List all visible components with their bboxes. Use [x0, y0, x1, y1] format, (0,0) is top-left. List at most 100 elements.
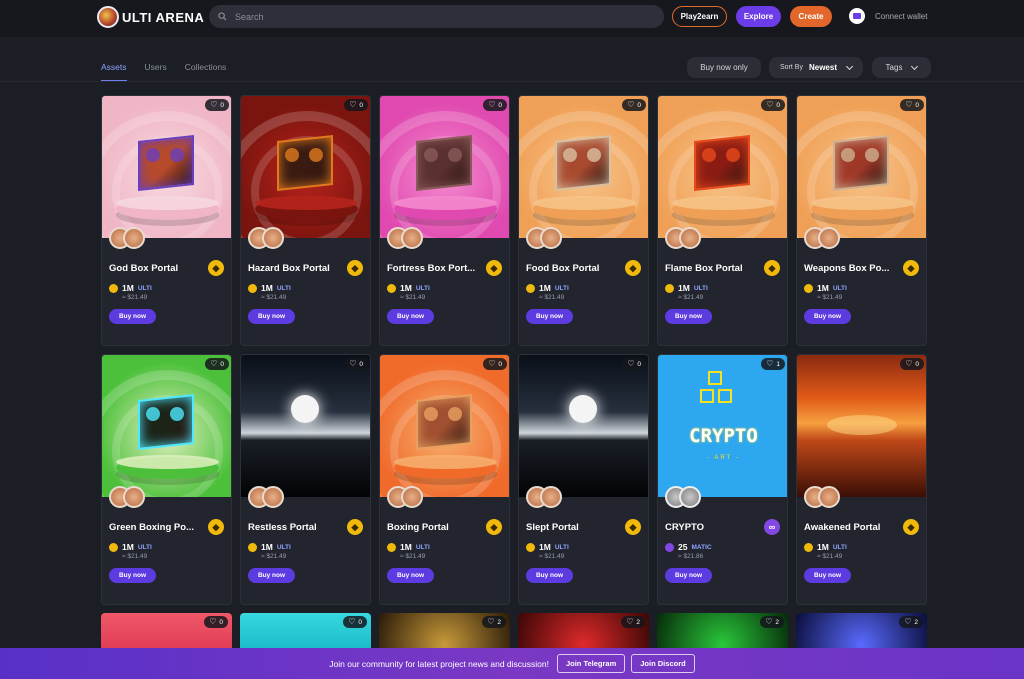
buy-now-only-toggle[interactable]: Buy now only — [687, 57, 761, 78]
asset-thumbnail[interactable]: ♡ 0 — [102, 355, 231, 497]
like-button[interactable]: ♡ 0 — [344, 358, 368, 370]
like-button[interactable]: ♡ 1 — [761, 358, 785, 370]
like-button[interactable]: ♡ 2 — [482, 616, 506, 628]
avatar[interactable] — [262, 486, 284, 508]
tab-users[interactable]: Users — [145, 62, 167, 82]
like-button[interactable]: ♡ 0 — [900, 99, 924, 111]
asset-card[interactable]: ♡ 2 — [379, 613, 510, 653]
join-discord-button[interactable]: Join Discord — [631, 654, 695, 673]
asset-card[interactable]: ♡ 0 — [240, 613, 371, 653]
buy-now-button[interactable]: Buy now — [248, 568, 295, 583]
owner-avatars[interactable] — [665, 227, 701, 249]
asset-card[interactable]: ♡ 0 Boxing Portal ◆ 1M ULTI ≈ $21.49 Buy… — [379, 354, 510, 605]
like-button[interactable]: ♡ 0 — [344, 99, 368, 111]
asset-thumbnail[interactable]: ♡ 0 — [519, 96, 648, 238]
like-button[interactable]: ♡ 0 — [483, 358, 507, 370]
like-button[interactable]: ♡ 0 — [622, 358, 646, 370]
asset-thumbnail[interactable]: ♡ 0 — [519, 355, 648, 497]
asset-title[interactable]: CRYPTO — [665, 522, 757, 533]
asset-card[interactable]: ♡ 0 Fortress Box Port... ◆ 1M ULTI ≈ $21… — [379, 95, 510, 346]
avatar[interactable] — [123, 227, 145, 249]
buy-now-button[interactable]: Buy now — [387, 568, 434, 583]
asset-thumbnail[interactable]: CRYPTO - ART - ♡ 1 — [658, 355, 787, 497]
owner-avatars[interactable] — [526, 227, 562, 249]
like-button[interactable]: ♡ 2 — [760, 616, 784, 628]
like-button[interactable]: ♡ 0 — [343, 616, 367, 628]
avatar[interactable] — [818, 486, 840, 508]
owner-avatars[interactable] — [387, 227, 423, 249]
asset-title[interactable]: Slept Portal — [526, 522, 618, 533]
like-button[interactable]: ♡ 2 — [899, 616, 923, 628]
avatar[interactable] — [401, 227, 423, 249]
connect-wallet-button[interactable]: Connect wallet — [849, 8, 927, 24]
asset-title[interactable]: Boxing Portal — [387, 522, 479, 533]
avatar[interactable] — [540, 486, 562, 508]
tab-assets[interactable]: Assets — [101, 62, 127, 82]
asset-card[interactable]: ♡ 0 Slept Portal ◆ 1M ULTI ≈ $21.49 Buy … — [518, 354, 649, 605]
asset-thumbnail[interactable]: ♡ 0 — [797, 96, 926, 238]
tab-collections[interactable]: Collections — [185, 62, 227, 82]
avatar[interactable] — [679, 486, 701, 508]
buy-now-button[interactable]: Buy now — [804, 568, 851, 583]
search-bar[interactable] — [209, 5, 664, 28]
owner-avatars[interactable] — [804, 486, 840, 508]
asset-card[interactable]: ♡ 0 God Box Portal ◆ 1M ULTI ≈ $21.49 Bu… — [101, 95, 232, 346]
search-input[interactable] — [235, 11, 635, 22]
buy-now-button[interactable]: Buy now — [248, 309, 295, 324]
avatar[interactable] — [262, 227, 284, 249]
asset-card[interactable]: ♡ 0 Restless Portal ◆ 1M ULTI ≈ $21.49 B… — [240, 354, 371, 605]
owner-avatars[interactable] — [248, 486, 284, 508]
avatar[interactable] — [818, 227, 840, 249]
owner-avatars[interactable] — [109, 227, 145, 249]
asset-title[interactable]: Food Box Portal — [526, 263, 618, 274]
buy-now-button[interactable]: Buy now — [665, 309, 712, 324]
asset-card[interactable]: ♡ 2 — [657, 613, 788, 653]
asset-title[interactable]: Fortress Box Port... — [387, 263, 479, 274]
asset-thumbnail[interactable]: ♡ 0 — [658, 96, 787, 238]
asset-card[interactable]: ♡ 0 Awakened Portal ◆ 1M ULTI ≈ $21.49 B… — [796, 354, 927, 605]
asset-thumbnail[interactable]: ♡ 0 — [380, 355, 509, 497]
logo[interactable]: ULTI ARENA — [97, 6, 204, 28]
asset-thumbnail[interactable]: ♡ 0 — [241, 96, 370, 238]
owner-avatars[interactable] — [248, 227, 284, 249]
asset-title[interactable]: Hazard Box Portal — [248, 263, 340, 274]
asset-card[interactable]: CRYPTO - ART - ♡ 1 CRYPTO ∞ 25 MATIC ≈ $… — [657, 354, 788, 605]
like-button[interactable]: ♡ 0 — [761, 99, 785, 111]
buy-now-button[interactable]: Buy now — [804, 309, 851, 324]
buy-now-button[interactable]: Buy now — [526, 309, 573, 324]
join-telegram-button[interactable]: Join Telegram — [556, 654, 626, 673]
asset-title[interactable]: Awakened Portal — [804, 522, 896, 533]
asset-card[interactable]: ♡ 2 — [796, 613, 927, 653]
owner-avatars[interactable] — [387, 486, 423, 508]
asset-thumbnail[interactable]: ♡ 0 — [241, 355, 370, 497]
asset-card[interactable]: ♡ 0 Flame Box Portal ◆ 1M ULTI ≈ $21.49 … — [657, 95, 788, 346]
like-button[interactable]: ♡ 0 — [205, 358, 229, 370]
explore-button[interactable]: Explore — [736, 6, 781, 27]
like-button[interactable]: ♡ 2 — [621, 616, 645, 628]
asset-card[interactable]: ♡ 0 — [101, 613, 232, 653]
owner-avatars[interactable] — [665, 486, 701, 508]
asset-card[interactable]: ♡ 2 — [518, 613, 649, 653]
asset-title[interactable]: Flame Box Portal — [665, 263, 757, 274]
asset-card[interactable]: ♡ 0 Hazard Box Portal ◆ 1M ULTI ≈ $21.49… — [240, 95, 371, 346]
play2earn-button[interactable]: Play2earn — [672, 6, 727, 27]
owner-avatars[interactable] — [109, 486, 145, 508]
like-button[interactable]: ♡ 0 — [622, 99, 646, 111]
buy-now-button[interactable]: Buy now — [665, 568, 712, 583]
avatar[interactable] — [401, 486, 423, 508]
asset-title[interactable]: Weapons Box Po... — [804, 263, 896, 274]
like-button[interactable]: ♡ 0 — [900, 358, 924, 370]
asset-title[interactable]: Green Boxing Po... — [109, 522, 201, 533]
avatar[interactable] — [123, 486, 145, 508]
like-button[interactable]: ♡ 0 — [204, 616, 228, 628]
buy-now-button[interactable]: Buy now — [526, 568, 573, 583]
asset-card[interactable]: ♡ 0 Food Box Portal ◆ 1M ULTI ≈ $21.49 B… — [518, 95, 649, 346]
asset-thumbnail[interactable]: ♡ 0 — [797, 355, 926, 497]
asset-title[interactable]: God Box Portal — [109, 263, 201, 274]
avatar[interactable] — [540, 227, 562, 249]
asset-card[interactable]: ♡ 0 Weapons Box Po... ◆ 1M ULTI ≈ $21.49… — [796, 95, 927, 346]
tags-dropdown[interactable]: Tags — [872, 57, 931, 78]
owner-avatars[interactable] — [804, 227, 840, 249]
buy-now-button[interactable]: Buy now — [387, 309, 434, 324]
asset-title[interactable]: Restless Portal — [248, 522, 340, 533]
